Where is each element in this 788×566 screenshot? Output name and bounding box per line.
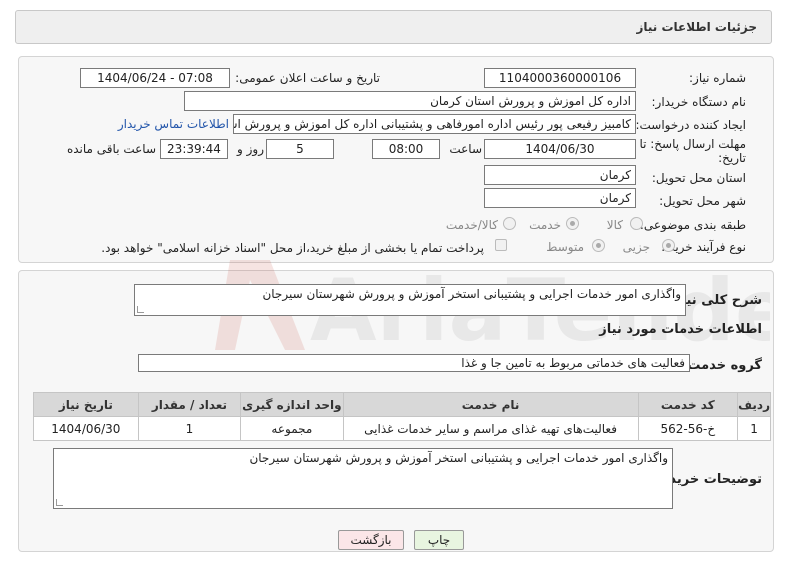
resize-grip-icon[interactable]: [137, 306, 144, 313]
time-label: ساعت: [449, 142, 482, 156]
category-radio-goods-service[interactable]: [503, 217, 516, 230]
city-field[interactable]: کرمان: [484, 188, 636, 208]
col-code: کد خدمت: [637, 392, 739, 417]
deadline-label-2: تاریخ:: [718, 151, 746, 165]
city-label: شهر محل تحویل:: [659, 194, 746, 208]
services-section-title: اطلاعات خدمات مورد نیاز: [599, 322, 762, 337]
col-date: تاریخ نیاز: [33, 392, 139, 417]
buyer-org-label: نام دستگاه خریدار:: [651, 95, 747, 109]
col-row: ردیف: [737, 392, 771, 417]
announce-field[interactable]: 1404/06/24 - 07:08: [80, 68, 230, 88]
creator-label: ایجاد کننده درخواست:: [635, 118, 746, 132]
services-table: ردیف کد خدمت نام خدمت واحد اندازه گیری ت…: [33, 392, 771, 441]
service-group-label: گروه خدمت:: [682, 358, 762, 373]
category-radio-goods[interactable]: [630, 217, 643, 230]
page-title: جزئیات اطلاعات نیاز: [636, 20, 757, 34]
process-option-medium: متوسط: [546, 240, 584, 254]
days-field[interactable]: 5: [266, 139, 334, 159]
cell-row: 1: [737, 416, 771, 441]
need-number-label: شماره نیاز:: [689, 71, 746, 85]
province-field[interactable]: کرمان: [484, 165, 636, 185]
service-group-field[interactable]: فعالیت های خدماتی مربوط به تامین جا و غذ…: [138, 354, 690, 372]
cell-name: فعالیت‌های تهیه غذای مراسم و سایر خدمات …: [342, 416, 639, 441]
creator-field[interactable]: کامبیز رفیعی پور رئیس اداره امورفاهی و پ…: [233, 114, 636, 134]
process-option-minor: جزیی: [622, 240, 650, 254]
col-unit: واحد اندازه گیری: [240, 392, 344, 417]
category-label: طبقه بندی موضوعی:: [639, 218, 746, 232]
page-header: جزئیات اطلاعات نیاز: [15, 10, 772, 44]
deadline-time-field[interactable]: 08:00: [372, 139, 440, 159]
deadline-date-field[interactable]: 1404/06/30: [484, 139, 636, 159]
category-radio-service[interactable]: [566, 217, 579, 230]
province-label: استان محل تحویل:: [651, 171, 746, 185]
treasury-payment-checkbox[interactable]: [495, 239, 507, 251]
summary-textarea[interactable]: واگذاری امور خدمات اجرایی و پشتیبانی است…: [134, 284, 686, 316]
cell-unit: مجموعه: [240, 416, 344, 441]
announce-label: تاریخ و ساعت اعلان عمومی:: [235, 71, 380, 85]
buyer-notes-textarea[interactable]: واگذاری امور خدمات اجرایی و پشتیبانی است…: [53, 448, 673, 509]
deadline-label: مهلت ارسال پاسخ: تا: [639, 137, 746, 151]
table-header-row: ردیف کد خدمت نام خدمت واحد اندازه گیری ت…: [33, 392, 771, 417]
table-row: 1 خ-56-562 فعالیت‌های تهیه غذای مراسم و …: [33, 416, 771, 441]
cell-code: خ-56-562: [637, 416, 739, 441]
remaining-time-field[interactable]: 23:39:44: [160, 139, 228, 159]
process-radio-minor[interactable]: [662, 239, 675, 252]
cell-qty: 1: [137, 416, 242, 441]
summary-text: واگذاری امور خدمات اجرایی و پشتیبانی است…: [262, 287, 681, 301]
days-label: روز و: [237, 142, 264, 156]
buyer-org-field[interactable]: اداره کل اموزش و پرورش استان کرمان: [184, 91, 636, 111]
col-name: نام خدمت: [342, 392, 639, 417]
category-option-service: خدمت: [529, 218, 561, 232]
payment-note: پرداخت تمام یا بخشی از مبلغ خرید،از محل …: [101, 241, 484, 255]
need-number-field[interactable]: 1104000360000106: [484, 68, 636, 88]
col-qty: تعداد / مقدار: [137, 392, 242, 417]
resize-grip-icon[interactable]: [56, 499, 63, 506]
print-button[interactable]: چاپ: [414, 530, 464, 550]
category-option-goods-service: کالا/خدمت: [445, 218, 498, 232]
cell-date: 1404/06/30: [33, 416, 139, 441]
announce-value: 1404/06/24 - 07:08: [97, 71, 213, 85]
back-button[interactable]: بازگشت: [338, 530, 404, 550]
buyer-notes-text: واگذاری امور خدمات اجرایی و پشتیبانی است…: [249, 451, 668, 465]
buyer-contact-link[interactable]: اطلاعات تماس خریدار: [118, 117, 229, 131]
category-option-goods: کالا: [606, 218, 623, 232]
remaining-label: ساعت باقی مانده: [66, 142, 156, 156]
process-radio-medium[interactable]: [592, 239, 605, 252]
